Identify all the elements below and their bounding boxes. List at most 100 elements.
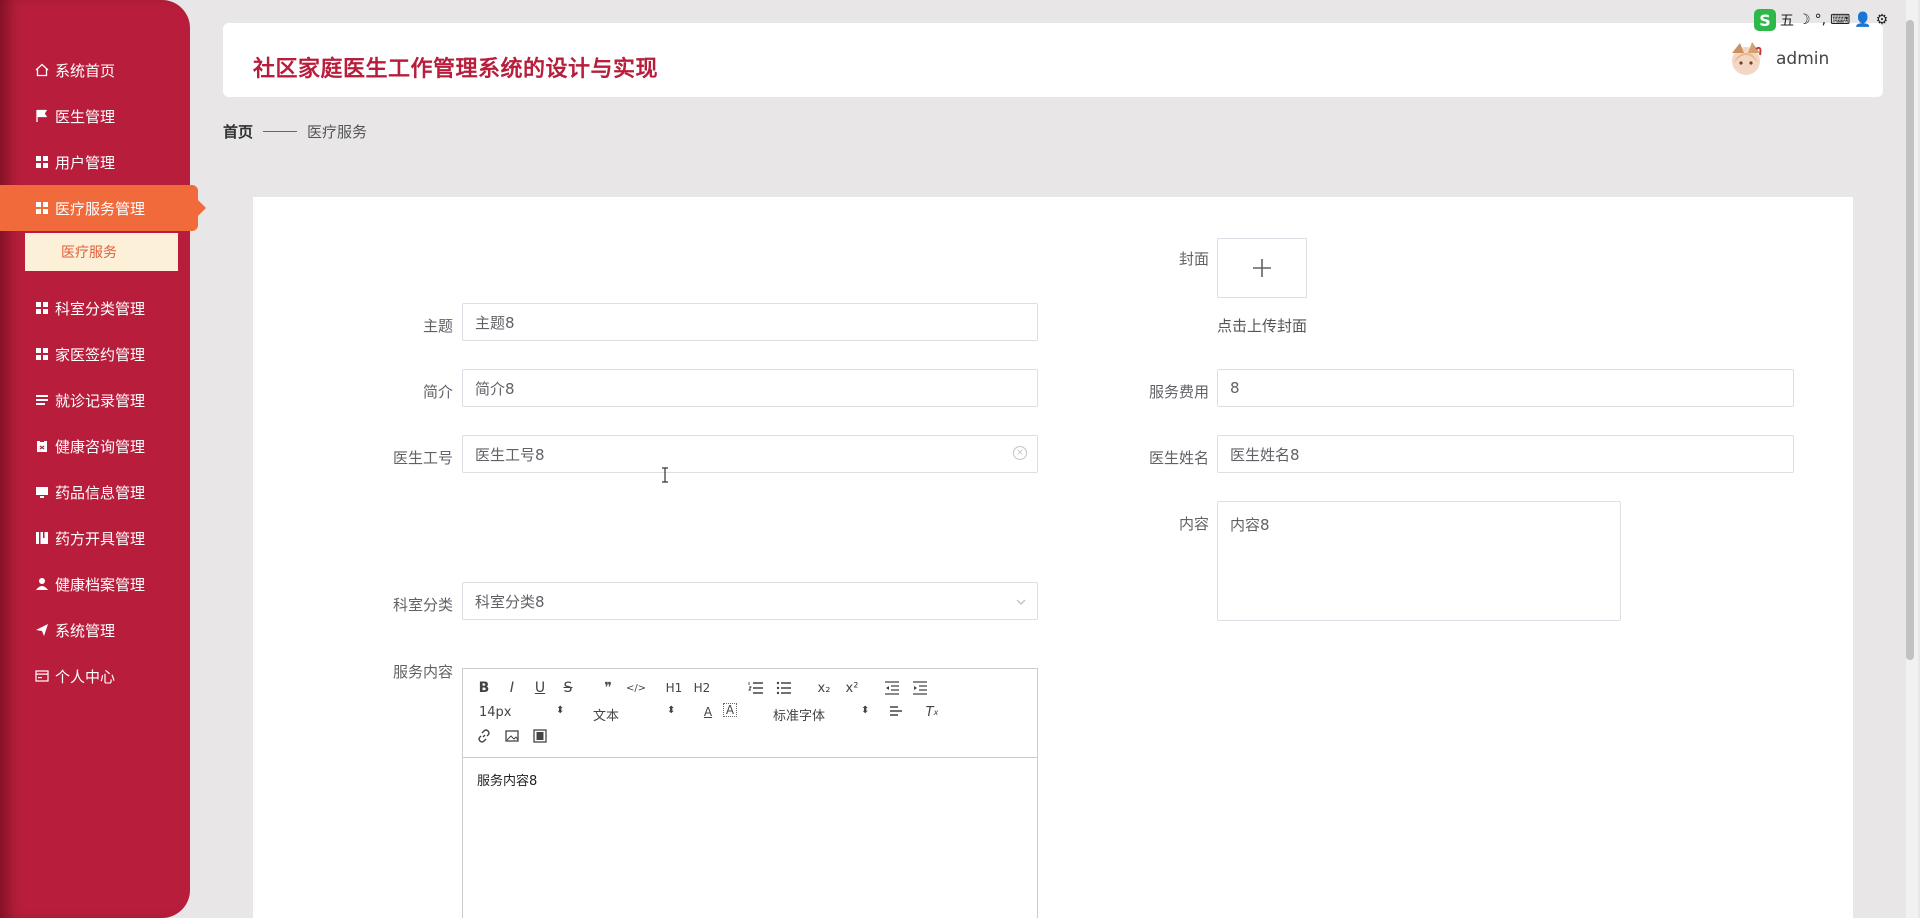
editor-content[interactable]: 服务内容8 <box>463 758 1037 801</box>
scrollbar-thumb[interactable] <box>1906 20 1914 660</box>
font-size-select[interactable]: 14px <box>479 705 512 720</box>
moon-icon[interactable]: ☽ <box>1798 12 1811 28</box>
chevron-down-icon <box>1016 599 1026 605</box>
content-value: 内容8 <box>1230 516 1270 534</box>
sidebar-item-drug[interactable]: 药品信息管理 <box>0 469 190 515</box>
font-color-icon[interactable]: A <box>699 703 717 721</box>
indent-button[interactable] <box>911 679 929 697</box>
sidebar-item-user[interactable]: 用户管理 <box>0 139 190 185</box>
clipboard-icon <box>34 438 50 454</box>
sidebar-item-label: 药方开具管理 <box>55 529 146 548</box>
indent-icon <box>913 681 927 695</box>
sidebar-item-prescription[interactable]: 药方开具管理 <box>0 515 190 561</box>
font-family-arrow-icon: ⬍ <box>861 705 870 716</box>
sidebar-item-signing[interactable]: 家医签约管理 <box>0 331 190 377</box>
subject-value: 主题8 <box>475 313 515 332</box>
strike-button[interactable]: S <box>559 679 577 697</box>
image-button[interactable] <box>503 727 521 745</box>
subscript-button[interactable]: x₂ <box>815 679 833 697</box>
background-color-icon[interactable]: A <box>723 703 737 717</box>
font-family-select[interactable]: 标准字体 <box>773 705 825 724</box>
plus-icon <box>1253 259 1271 277</box>
user-name[interactable]: admin <box>1776 49 1829 69</box>
code-button[interactable]: </> <box>626 679 646 697</box>
keyboard-icon[interactable]: ⌨ <box>1830 12 1850 28</box>
user-icon[interactable]: 👤 <box>1854 12 1871 28</box>
clear-icon[interactable]: × <box>1013 446 1027 460</box>
video-icon <box>533 729 547 743</box>
fee-input[interactable]: 8 <box>1217 369 1794 407</box>
content-label: 内容 <box>1178 515 1209 533</box>
user-icon <box>34 576 50 592</box>
content-textarea[interactable]: 内容8 <box>1217 501 1621 621</box>
underline-button[interactable]: U <box>531 679 549 697</box>
grid-icon <box>34 200 50 216</box>
h2-button[interactable]: H2 <box>693 679 711 697</box>
video-button[interactable] <box>531 727 549 745</box>
bullet-list-button[interactable] <box>775 679 793 697</box>
dept-label: 科室分类 <box>392 596 453 614</box>
sidebar-item-dept[interactable]: 科室分类管理 <box>0 285 190 331</box>
sidebar-item-label: 药品信息管理 <box>55 483 146 502</box>
sidebar-item-label: 医疗服务管理 <box>55 199 146 218</box>
settings-icon[interactable]: ⚙ <box>1876 12 1889 28</box>
cover-upload-button[interactable] <box>1217 238 1307 298</box>
sidebar-item-profile[interactable]: 个人中心 <box>0 653 190 699</box>
sidebar-item-home[interactable]: 系统首页 <box>0 47 190 93</box>
doctor-no-input[interactable]: 医生工号8 × <box>462 435 1038 473</box>
form-card: 封面 点击上传封面 主题 主题8 简介 简介8 服务费用 8 医生工号 医生工号… <box>253 197 1853 918</box>
sidebar-item-label: 用户管理 <box>55 153 116 172</box>
sidebar-item-health-record[interactable]: 健康档案管理 <box>0 561 190 607</box>
doctor-name-input[interactable]: 医生姓名8 <box>1217 435 1794 473</box>
grid-icon <box>34 154 50 170</box>
quote-button[interactable]: ❞ <box>599 679 617 697</box>
ordered-list-button[interactable] <box>747 679 765 697</box>
doctor-no-label: 医生工号 <box>392 449 453 467</box>
doctor-name-value: 医生姓名8 <box>1230 445 1300 464</box>
sidebar-item-label: 系统首页 <box>55 61 116 80</box>
cover-label: 封面 <box>1178 250 1209 268</box>
list-icon <box>34 392 50 408</box>
ime-logo-icon[interactable]: S <box>1754 9 1776 31</box>
rich-text-editor: B I U S ❞ </> H1 H2 x₂ x² 14px ⬍ 文本 ⬍ A … <box>462 668 1038 918</box>
avatar[interactable] <box>1726 39 1766 79</box>
subject-input[interactable]: 主题8 <box>462 303 1038 341</box>
align-left-icon <box>890 706 902 716</box>
sidebar-item-label: 系统管理 <box>55 621 116 640</box>
italic-button[interactable]: I <box>503 679 521 697</box>
image-icon <box>505 730 519 742</box>
breadcrumb-current: 医疗服务 <box>307 123 368 141</box>
superscript-button[interactable]: x² <box>843 679 861 697</box>
scrollbar[interactable] <box>1906 0 1918 918</box>
breadcrumb-separator <box>263 131 298 132</box>
intro-label: 简介 <box>422 383 453 401</box>
dept-select[interactable]: 科室分类8 <box>462 582 1038 620</box>
intro-input[interactable]: 简介8 <box>462 369 1038 407</box>
page-title: 社区家庭医生工作管理系统的设计与实现 <box>253 57 659 82</box>
sidebar-item-label: 个人中心 <box>55 667 116 686</box>
service-content-label: 服务内容 <box>392 663 453 681</box>
card-icon <box>34 668 50 684</box>
text-type-arrow-icon: ⬍ <box>667 705 676 716</box>
sidebar-item-doctor[interactable]: 医生管理 <box>0 93 190 139</box>
send-icon <box>34 622 50 638</box>
sidebar-item-medical-service[interactable]: 医疗服务管理 <box>0 185 206 231</box>
bold-button[interactable]: B <box>475 679 493 697</box>
sidebar-item-visit-record[interactable]: 就诊记录管理 <box>0 377 190 423</box>
h1-button[interactable]: H1 <box>665 679 683 697</box>
link-button[interactable] <box>475 727 493 745</box>
outdent-button[interactable] <box>883 679 901 697</box>
sidebar-item-system[interactable]: 系统管理 <box>0 607 190 653</box>
sidebar-subitem-medical-service[interactable]: 医疗服务 <box>25 233 178 271</box>
ime-mode-icon[interactable]: 五 <box>1780 10 1794 30</box>
punctuation-icon[interactable]: °, <box>1815 12 1826 28</box>
sidebar-item-consult[interactable]: 健康咨询管理 <box>0 423 190 469</box>
text-type-select[interactable]: 文本 <box>593 705 619 724</box>
monitor-icon <box>34 484 50 500</box>
clear-format-icon[interactable]: Tx <box>923 703 941 721</box>
align-button[interactable] <box>887 703 905 721</box>
outdent-icon <box>885 681 899 695</box>
breadcrumb-home[interactable]: 首页 <box>223 121 253 142</box>
sidebar-item-label: 家医签约管理 <box>55 345 146 364</box>
sidebar: 系统首页 医生管理 用户管理 医疗服务管理 医疗服务 科室分类管理 家医签约管理… <box>0 0 206 918</box>
